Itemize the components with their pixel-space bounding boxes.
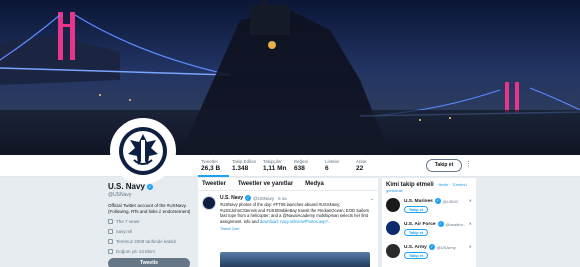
tab-tweets[interactable]: Tweetler [202,181,226,187]
profile-stats: Tweetler 26,3 B Takip Edilen 1.348 Takip… [198,157,384,177]
stat-lists[interactable]: Listeler 6 [322,157,353,177]
profile-nav: Tweetler 26,3 B Takip Edilen 1.348 Takip… [0,155,580,177]
tab-tweets-replies[interactable]: Tweetler ve yanıtlar [238,181,293,187]
tweet-header: U.S. Navy ✓ @USNavy · 6 sa [220,195,372,201]
profile-name: U.S. Navy [108,182,145,191]
banner-image [0,0,580,155]
marines-avatar[interactable] [386,198,400,212]
airforce-avatar[interactable] [386,221,400,235]
suggestion-name[interactable]: U.S. Air Force [404,222,436,227]
army-avatar[interactable] [386,244,400,258]
calendar-icon [108,239,113,244]
who-to-follow: Kimi takip etmeli · Yenile · Tümünü görü… [382,178,476,267]
suggestion-name[interactable]: U.S. Army [404,245,427,250]
tweet-image[interactable] [220,252,370,267]
profile-name-row: U.S. Navy ✓ [108,182,193,191]
tweet-handle-time[interactable]: @USNavy · 6 sa [253,196,287,201]
suggestion-handle: @USArmy [436,244,456,250]
close-icon[interactable]: ✕ [469,244,472,249]
balloon-icon [108,249,113,254]
follow-suggestion-button[interactable]: Takip et [404,252,428,259]
verified-icon: ✓ [245,195,252,201]
more-options-icon[interactable]: ⋮ [465,160,472,168]
navy-emblem-icon [119,127,167,175]
profile-avatar[interactable] [110,118,176,184]
tweet[interactable]: U.S. Navy ✓ @USNavy · 6 sa #USNavy photo… [198,192,378,231]
profile-birthday: Doğum yılı 13 Ekim [108,248,193,255]
suggestion-handle: @USMC [442,198,459,204]
profile-banner [0,0,580,155]
close-icon[interactable]: ✕ [469,221,472,226]
profile-handle[interactable]: @USNavy [108,192,193,198]
stat-following[interactable]: Takip Edilen 1.348 [229,157,260,177]
verified-icon: ✓ [434,198,441,204]
follow-button[interactable]: Takip et [426,159,462,172]
profile-website[interactable]: navy.mil [108,228,193,235]
stat-followers[interactable]: Takipçiler 1,11 Mn [260,157,291,177]
tweet-link[interactable]: download: navy.mil/viewPhotos.asp?... [260,219,332,224]
tweet-body: U.S. Navy ✓ @USNavy · 6 sa #USNavy photo… [220,195,372,231]
follow-suggestion-button[interactable]: Takip et [404,229,428,236]
tweet-sub[interactable]: Tweet Ģeri [220,226,372,231]
profile-joined: Temmuz 2009 tarihinde katıldı [108,238,193,245]
verified-icon: ✓ [146,183,153,190]
tweet-to-button[interactable]: Tweetle [108,258,190,267]
close-icon[interactable]: ✕ [469,198,472,203]
tab-media[interactable]: Medya [305,181,324,187]
tweet-text: #USNavy photos of the day: #FT06 launche… [220,202,369,224]
tweet-author[interactable]: U.S. Navy [220,195,243,201]
verified-icon: ✓ [428,244,435,250]
profile-bio: Official Twitter account of the #USNavy.… [108,203,191,214]
refresh-link[interactable]: · Yenile · Tümünü [435,182,466,187]
location-icon [108,219,113,224]
tweet-avatar[interactable] [202,196,216,210]
suggestion-handle: @usairfor... [445,221,467,227]
suggestion-item: U.S. Air Force ✓ @usairfor... Takip et ✕ [386,221,472,245]
stat-moments[interactable]: Anlar 22 [353,157,384,177]
chevron-down-icon[interactable]: ⌄ [370,196,374,202]
verified-icon: ✓ [437,221,444,227]
profile-location: The 7 seas! [108,218,193,225]
profile-card: U.S. Navy ✓ @USNavy Official Twitter acc… [108,182,193,267]
timeline-tabs: Tweetler Tweetler ve yanıtlar Medya [198,178,378,191]
suggestion-item: U.S. Army ✓ @USArmy Takip et ✕ [386,244,472,267]
suggestion-item: U.S. Marines ✓ @USMC Takip et ✕ [386,198,472,222]
link-icon [108,229,113,234]
view-all-link[interactable]: görüntüle [386,188,472,193]
timeline: Tweetler Tweetler ve yanıtlar Medya U.S.… [198,178,378,267]
follow-suggestion-button[interactable]: Takip et [404,206,428,213]
tweet-link-info[interactable]: info and [244,219,259,224]
stat-likes[interactable]: Beğeni 638 [291,157,322,177]
suggestion-name[interactable]: U.S. Marines [404,199,433,204]
stat-tweets[interactable]: Tweetler 26,3 B [198,157,229,177]
